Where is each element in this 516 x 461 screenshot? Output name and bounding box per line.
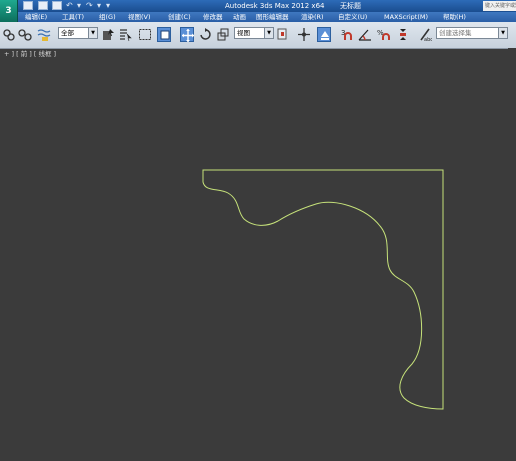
rectangular-selection-icon[interactable] [138,27,152,42]
select-by-name-icon[interactable] [118,27,132,42]
window-title: Autodesk 3ds Max 2012 x64 [225,2,325,10]
undo-icon[interactable]: ↶ [66,0,73,11]
menu-modifiers[interactable]: 修改器 [203,12,223,22]
angle-snap-icon[interactable] [358,27,372,42]
pivot-center-icon[interactable] [276,27,290,42]
menu-group[interactable]: 组(G) [99,12,116,22]
document-name: 无标题 [340,2,361,10]
chevron-down-icon: ▼ [498,28,507,38]
menu-create[interactable]: 创建(C) [168,12,191,22]
menu-help[interactable]: 帮助(H) [443,12,466,22]
menu-rendering[interactable]: 渲染(R) [301,12,324,22]
redo-dropdown-icon[interactable]: ▾ [97,0,101,11]
undo-dropdown-icon[interactable]: ▾ [77,0,81,11]
select-object-icon[interactable] [101,27,115,42]
viewport-label[interactable]: + ] [ 前 ] [ 线框 ] [4,50,56,58]
menu-bar: 编辑(E) 工具(T) 组(G) 视图(V) 创建(C) 修改器 动画 图形编辑… [17,12,516,22]
bind-space-warp-icon[interactable] [37,27,51,42]
search-input[interactable]: 键入关键字或短语 [483,1,516,11]
named-selection-placeholder: 创建选择集 [439,29,472,37]
window-crossing-icon[interactable] [157,27,171,42]
named-selection-dropdown[interactable]: 创建选择集 ▼ [436,27,508,39]
percent-snap-icon[interactable]: % [377,27,391,42]
select-and-move-icon[interactable] [180,27,194,42]
unlink-icon[interactable] [18,27,32,42]
new-file-button[interactable] [23,1,33,10]
select-and-rotate-icon[interactable] [198,27,212,42]
chevron-down-icon: ▼ [264,28,273,38]
chevron-down-icon: ▼ [88,28,97,38]
selection-filter-value: 全部 [61,29,74,37]
link-icon[interactable] [2,27,16,42]
save-file-button[interactable] [52,1,62,10]
menu-views[interactable]: 视图(V) [128,12,151,22]
main-toolbar: 全部 ▼ 视图 ▼ 3 % abc 创建选择集 ▼ [0,22,516,49]
viewport-canvas [202,169,444,410]
menu-tools[interactable]: 工具(T) [62,12,84,22]
spinner-snap-icon[interactable] [396,27,410,42]
front-viewport[interactable] [0,48,516,459]
customize-quick-access-icon[interactable]: ▾ [106,0,110,11]
select-and-scale-icon[interactable] [216,27,230,42]
menu-customize[interactable]: 自定义(U) [338,12,367,22]
corner-bracket-spline[interactable] [202,169,444,410]
menu-edit[interactable]: 编辑(E) [25,12,47,22]
svg-text:abc: abc [424,37,432,42]
menu-graph-editors[interactable]: 图形编辑器 [256,12,289,22]
edit-named-selection-icon[interactable]: abc [418,27,432,42]
selection-filter-dropdown[interactable]: 全部 ▼ [58,27,98,39]
viewport-edge [508,48,516,459]
keyboard-shortcut-override-icon[interactable] [317,27,331,42]
menu-maxscript[interactable]: MAXScript(M) [384,12,428,22]
snaps-toggle-icon[interactable]: 3 [340,27,354,42]
menu-animation[interactable]: 动画 [233,12,246,22]
select-and-manipulate-icon[interactable] [297,27,311,42]
reference-coordinate-value: 视图 [237,29,250,37]
app-menu-button[interactable]: 3 [0,0,18,22]
redo-icon[interactable]: ↷ [86,0,93,11]
reference-coordinate-dropdown[interactable]: 视图 ▼ [234,27,274,39]
open-file-button[interactable] [38,1,48,10]
title-bar: ↶ ▾ ↷ ▾ ▾ Autodesk 3ds Max 2012 x64 无标题 … [0,0,516,12]
